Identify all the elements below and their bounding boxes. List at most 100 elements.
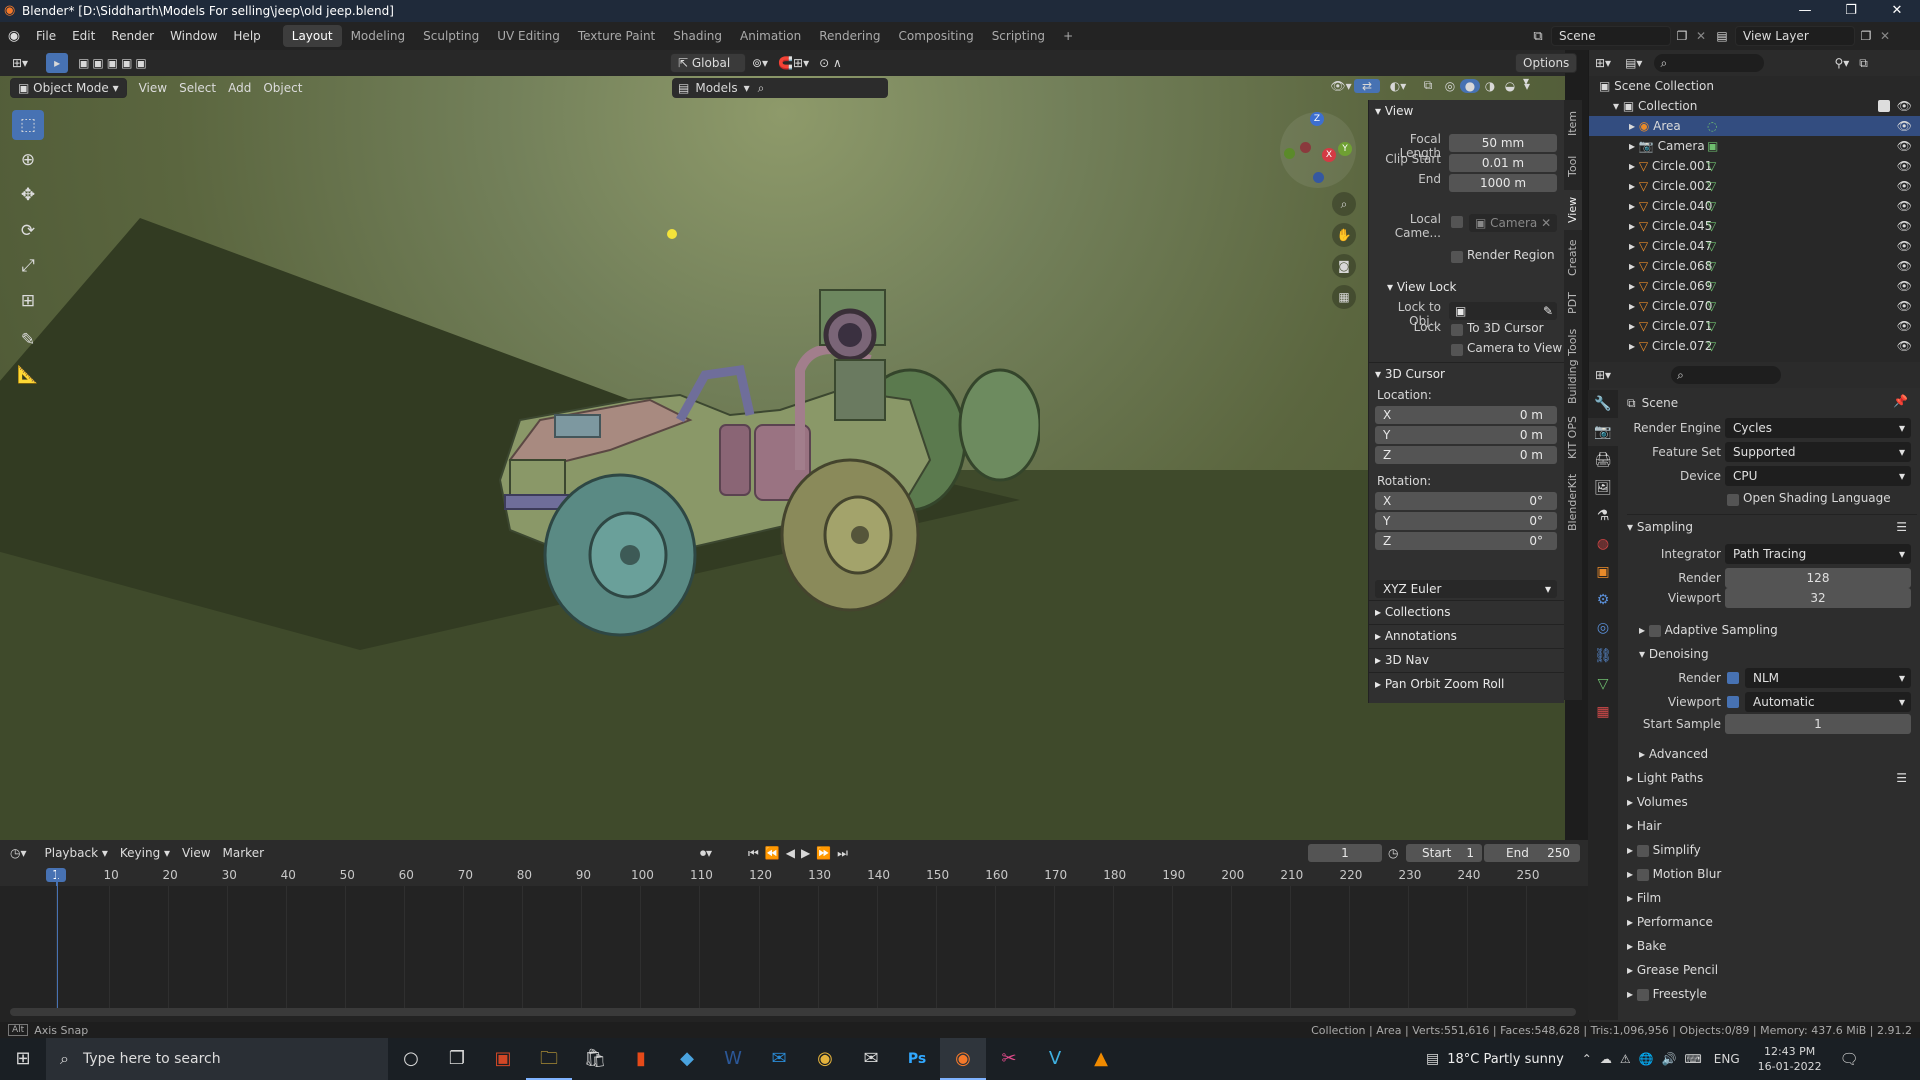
local-camera-checkbox[interactable] bbox=[1451, 216, 1463, 228]
annotations-section[interactable]: ▸ Annotations bbox=[1369, 624, 1565, 646]
eye-icon[interactable]: 👁 bbox=[1897, 156, 1912, 176]
start-sample-field[interactable]: 1 bbox=[1725, 714, 1911, 734]
mail-icon[interactable]: ✉ bbox=[848, 1038, 894, 1080]
shading-options-icon[interactable]: ▾ bbox=[1520, 79, 1534, 93]
weather-text[interactable]: 18°C Partly sunny bbox=[1447, 1052, 1564, 1067]
gizmo-y-axis[interactable]: Y bbox=[1338, 142, 1352, 156]
object-data-icon[interactable]: ▽ bbox=[1707, 236, 1716, 256]
object-data-icon[interactable]: ◌ bbox=[1707, 116, 1717, 136]
pin-icon[interactable]: 📌 bbox=[1893, 394, 1908, 408]
object-data-icon[interactable]: ▽ bbox=[1707, 336, 1716, 356]
property-section[interactable]: ▸ Light Paths ☰ bbox=[1627, 766, 1917, 790]
cursor-rotation-y[interactable]: Y 0° bbox=[1375, 512, 1557, 530]
eye-icon[interactable]: 👁 bbox=[1897, 316, 1912, 336]
tab-building-tools[interactable]: Building Tools bbox=[1564, 326, 1582, 406]
lock-to-cursor-checkbox[interactable] bbox=[1451, 324, 1463, 336]
menu-render[interactable]: Render bbox=[103, 26, 162, 46]
denoise-render-checkbox[interactable] bbox=[1727, 672, 1739, 684]
object-data-icon[interactable]: ▽ bbox=[1707, 196, 1716, 216]
measure-tool-icon[interactable]: 📐 bbox=[12, 360, 44, 390]
blender-taskbar-icon[interactable]: ◉ bbox=[940, 1038, 986, 1080]
scene-tab-icon[interactable]: ⚗ bbox=[1588, 502, 1618, 530]
viewport-samples-field[interactable]: 32 bbox=[1725, 588, 1911, 608]
render-tab-icon[interactable]: 📷 bbox=[1588, 418, 1618, 446]
chrome-icon[interactable]: ◉ bbox=[802, 1038, 848, 1080]
eye-icon[interactable]: 👁 bbox=[1897, 176, 1912, 196]
object-mode-dropdown[interactable]: ▣ Object Mode ▾ bbox=[10, 78, 127, 98]
system-tray-icons[interactable]: ⌃☁⚠🌐🔊⌨ bbox=[1582, 1052, 1710, 1066]
rotation-mode-dropdown[interactable]: XYZ Euler ▾ bbox=[1375, 580, 1557, 598]
scene-selector[interactable]: Scene bbox=[1551, 26, 1671, 46]
section-checkbox[interactable] bbox=[1636, 988, 1649, 1001]
file-explorer-icon[interactable]: 🗀 bbox=[526, 1038, 572, 1080]
minimize-icon[interactable]: — bbox=[1782, 0, 1828, 22]
scale-tool-icon[interactable]: ⤢ bbox=[12, 251, 44, 281]
outliner-item[interactable]: ▸ ▽ Circle.068 ▽ 👁 bbox=[1589, 256, 1920, 276]
view-layer-selector[interactable]: View Layer bbox=[1735, 26, 1855, 46]
view-section-header[interactable]: ▾ View bbox=[1369, 100, 1564, 122]
wireframe-shading-icon[interactable]: ◎ bbox=[1440, 79, 1460, 93]
current-frame-field[interactable]: 1 bbox=[1308, 844, 1382, 862]
orientation-dropdown[interactable]: ⇱ Global ▾ bbox=[670, 53, 746, 88]
properties-editor-icon[interactable]: ⊞▾ bbox=[1595, 368, 1611, 382]
playback-controls[interactable]: ⏮⏪◀▶⏩⏭ bbox=[748, 846, 854, 861]
start-frame-field[interactable]: Start 1 bbox=[1406, 844, 1482, 862]
eye-icon[interactable]: 👁 bbox=[1897, 236, 1912, 256]
vector-icon[interactable]: V bbox=[1032, 1038, 1078, 1080]
language-indicator[interactable]: ENG bbox=[1714, 1052, 1740, 1066]
vlc-icon[interactable]: ▲ bbox=[1078, 1038, 1124, 1080]
end-frame-field[interactable]: End 250 bbox=[1484, 844, 1580, 862]
object-data-icon[interactable]: ▽ bbox=[1707, 156, 1716, 176]
eye-icon[interactable]: 👁 bbox=[1897, 116, 1912, 136]
remove-view-layer-icon[interactable]: ✕ bbox=[1877, 29, 1893, 43]
store-icon[interactable]: 🛍 bbox=[572, 1038, 618, 1080]
collection-checkbox[interactable] bbox=[1878, 100, 1890, 112]
tab-layout[interactable]: Layout bbox=[282, 25, 342, 47]
menu-window[interactable]: Window bbox=[162, 26, 225, 46]
visibility-icon[interactable]: 👁▾ bbox=[1328, 79, 1354, 93]
tab-texture-paint[interactable]: Texture Paint bbox=[569, 25, 664, 47]
ortho-grid-icon[interactable]: ▦ bbox=[1332, 285, 1356, 309]
texture-tab-icon[interactable]: ▦ bbox=[1588, 698, 1618, 726]
menu-add[interactable]: Add bbox=[222, 78, 257, 98]
tab-uv-editing[interactable]: UV Editing bbox=[488, 25, 569, 47]
tab-rendering[interactable]: Rendering bbox=[810, 25, 889, 47]
object-tab-icon[interactable]: ▣ bbox=[1588, 558, 1618, 586]
clock[interactable]: 12:43 PM 16-01-2022 bbox=[1758, 1044, 1822, 1074]
tab-animation[interactable]: Animation bbox=[731, 25, 810, 47]
eye-icon[interactable]: 👁 bbox=[1897, 196, 1912, 216]
denoise-render-dropdown[interactable]: NLM ▾ bbox=[1745, 668, 1911, 688]
3d-viewport[interactable]: Z Y X ⌕ ✋ ◙ ▦ ⬚ ⊕ ✥ ⟳ ⤢ ⊞ ✎ 📐 bbox=[0, 50, 1565, 840]
presets-icon[interactable]: ☰ bbox=[1896, 766, 1917, 790]
collections-section[interactable]: ▸ Collections bbox=[1369, 600, 1565, 622]
osl-checkbox[interactable] bbox=[1727, 494, 1739, 506]
pan-orbit-section[interactable]: ▸ Pan Orbit Zoom Roll bbox=[1369, 672, 1565, 694]
outliner-item[interactable]: ▸ ▽ Circle.072 ▽ 👁 bbox=[1589, 336, 1920, 356]
select-set-icons[interactable]: ▣▣▣▣▣ bbox=[78, 56, 150, 70]
outliner-item[interactable]: ▸ ▽ Circle.047 ▽ 👁 bbox=[1589, 236, 1920, 256]
tab-modeling[interactable]: Modeling bbox=[342, 25, 415, 47]
new-collection-icon[interactable]: ⧉ bbox=[1859, 56, 1868, 71]
property-section[interactable]: ▸ Freestyle bbox=[1627, 982, 1917, 1006]
filter-icon[interactable]: ⚲▾ bbox=[1834, 56, 1849, 70]
camera-view-icon[interactable]: ◙ bbox=[1332, 254, 1356, 278]
local-camera-field[interactable]: ▣ Camera ✕ bbox=[1469, 214, 1557, 232]
collection-row[interactable]: ▾ ▣ Collection 👁 bbox=[1589, 96, 1920, 116]
object-data-icon[interactable]: ▽ bbox=[1707, 276, 1716, 296]
new-view-layer-icon[interactable]: ❐ bbox=[1855, 29, 1877, 43]
outliner-item[interactable]: ▸ ▽ Circle.070 ▽ 👁 bbox=[1589, 296, 1920, 316]
tab-pdt[interactable]: PDT bbox=[1564, 286, 1582, 320]
sampling-section[interactable]: ▾ Sampling ☰ bbox=[1627, 514, 1917, 538]
restore-icon[interactable]: ❐ bbox=[1828, 0, 1874, 22]
solid-shading-icon[interactable]: ● bbox=[1460, 78, 1480, 93]
remove-scene-icon[interactable]: ✕ bbox=[1693, 29, 1709, 43]
outliner-item[interactable]: ▸ ▽ Circle.069 ▽ 👁 bbox=[1589, 276, 1920, 296]
feature-set-dropdown[interactable]: Supported ▾ bbox=[1725, 442, 1911, 462]
gizmo-neg-y[interactable] bbox=[1284, 148, 1295, 159]
add-workspace-icon[interactable]: + bbox=[1054, 25, 1082, 47]
tab-item[interactable]: Item bbox=[1564, 104, 1582, 142]
property-section[interactable]: ▸ Performance bbox=[1627, 910, 1917, 934]
move-tool-icon[interactable]: ✥ bbox=[12, 180, 44, 210]
tab-kit-ops[interactable]: KIT OPS bbox=[1564, 412, 1582, 464]
menu-keying[interactable]: Keying ▾ bbox=[114, 843, 176, 863]
